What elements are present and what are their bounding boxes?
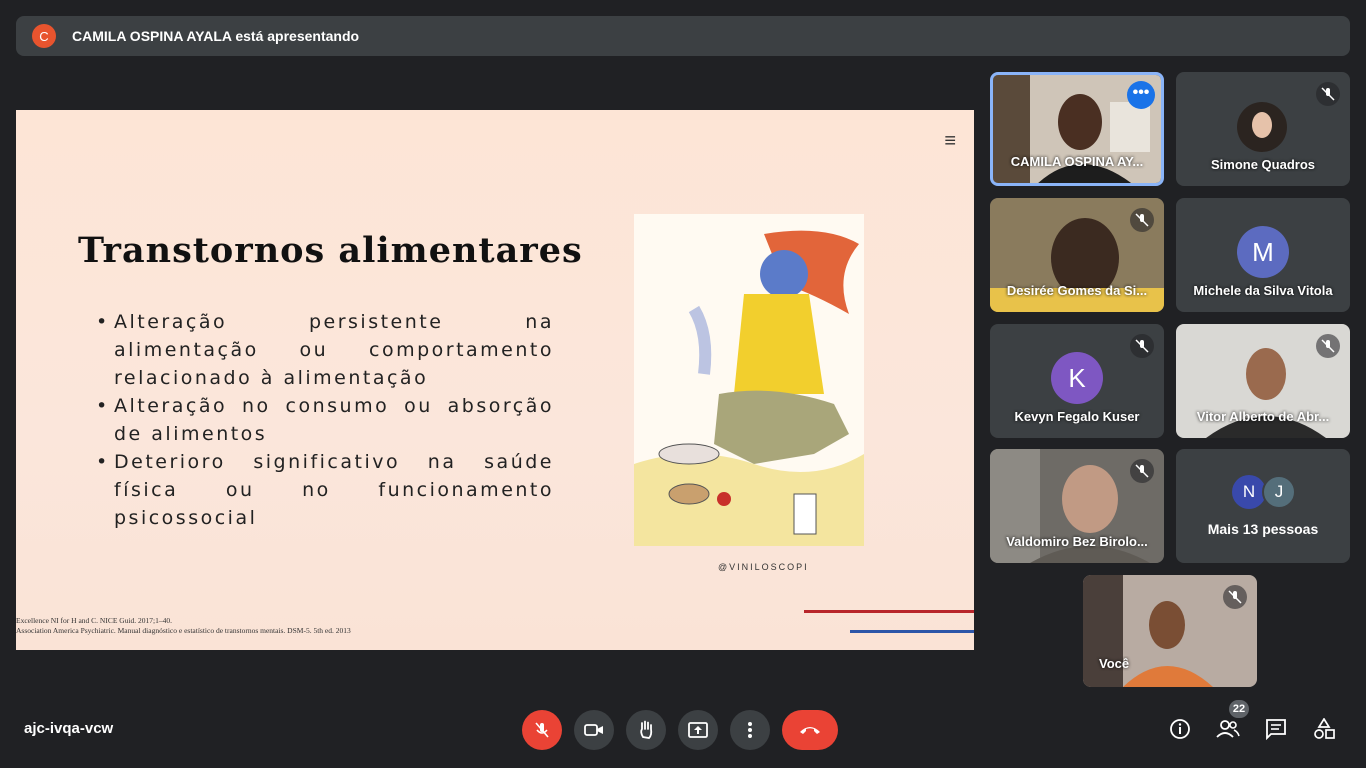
participant-name: Valdomiro Bez Birolo... [1006, 534, 1148, 549]
mic-off-icon [535, 722, 549, 738]
participant-name: CAMILA OSPINA AY... [1010, 154, 1144, 169]
reference-line: Excellence NI for H and C. NICE Guid. 20… [16, 616, 173, 625]
participant-tile[interactable]: Vitor Alberto de Abr... [1176, 324, 1350, 438]
participant-tile[interactable]: M Michele da Silva Vitola [1176, 198, 1350, 312]
illustration-credit: @VINILOSCOPI [718, 562, 809, 572]
raise-hand-button[interactable] [626, 710, 666, 750]
camera-icon [584, 724, 603, 736]
more-options-icon[interactable]: ••• [1127, 81, 1155, 109]
more-people-label: Mais 13 pessoas [1207, 521, 1319, 537]
participant-name: Vitor Alberto de Abr... [1196, 409, 1330, 424]
slide-bullet: Alteração persistente na alimentação ou … [96, 308, 554, 392]
avatar: K [1051, 352, 1103, 404]
slide-menu-icon[interactable]: ≡ [944, 130, 956, 153]
mic-off-icon [1130, 334, 1154, 358]
meeting-details-button[interactable] [1167, 716, 1193, 742]
participant-tile[interactable]: Simone Quadros [1176, 72, 1350, 186]
avatar: N [1232, 475, 1266, 509]
slide-bullet: Alteração no consumo ou absorção de alim… [96, 392, 554, 448]
participant-tile[interactable]: Desirée Gomes da Si... [990, 198, 1164, 312]
avatar: M [1237, 226, 1289, 278]
mic-off-icon [1130, 208, 1154, 232]
avatar: J [1262, 475, 1296, 509]
participant-name: Kevyn Fegalo Kuser [1014, 409, 1140, 424]
avatar [1237, 102, 1287, 152]
more-participants-tile[interactable]: N J Mais 13 pessoas [1176, 449, 1350, 563]
decorative-blue-line [850, 630, 974, 633]
decorative-red-line [804, 610, 974, 613]
participant-tile[interactable]: ••• CAMILA OSPINA AY... [990, 72, 1164, 186]
participant-name: Simone Quadros [1210, 157, 1316, 172]
camera-toggle-button[interactable] [574, 710, 614, 750]
mic-off-icon [1316, 82, 1340, 106]
presentation-slide: ≡ Transtornos alimentares Alteração pers… [16, 110, 974, 650]
hand-icon [640, 720, 653, 739]
people-button[interactable] [1215, 716, 1241, 742]
slide-bullet: Deterioro significativo na saúde física … [96, 448, 554, 532]
mic-off-icon [1223, 585, 1247, 609]
present-screen-button[interactable] [678, 710, 718, 750]
bottom-toolbar: ajc-ivqa-vcw 22 [0, 700, 1366, 768]
slide-illustration [634, 214, 864, 546]
mic-toggle-button[interactable] [522, 710, 562, 750]
participant-name: Desirée Gomes da Si... [1006, 283, 1148, 298]
mic-off-icon [1316, 334, 1340, 358]
meeting-code: ajc-ivqa-vcw [24, 720, 114, 737]
slide-references: Excellence NI for H and C. NICE Guid. 20… [16, 616, 351, 636]
participant-name: Michele da Silva Vitola [1193, 283, 1333, 298]
leave-call-button[interactable] [782, 710, 838, 750]
presenter-avatar: C [32, 24, 56, 48]
more-vert-icon [748, 722, 752, 738]
participant-tile[interactable]: Valdomiro Bez Birolo... [990, 449, 1164, 563]
presenting-banner: C CAMILA OSPINA AYALA está apresentando [16, 16, 1350, 56]
participant-name: Você [1099, 656, 1130, 671]
chat-button[interactable] [1263, 716, 1289, 742]
present-icon [688, 722, 708, 738]
activities-button[interactable] [1311, 716, 1337, 742]
activities-icon [1314, 718, 1335, 739]
more-options-button[interactable] [730, 710, 770, 750]
presenting-text: CAMILA OSPINA AYALA está apresentando [72, 28, 360, 44]
mic-off-icon [1130, 459, 1154, 483]
reference-line: Association America Psychiatric. Manual … [16, 626, 351, 635]
people-count-badge: 22 [1229, 700, 1249, 718]
chat-icon [1266, 719, 1286, 740]
slide-title: Transtornos alimentares [78, 230, 583, 271]
info-icon [1170, 719, 1190, 739]
people-icon [1216, 720, 1240, 738]
self-view-tile[interactable]: Você [1083, 575, 1257, 687]
participant-tile[interactable]: K Kevyn Fegalo Kuser [990, 324, 1164, 438]
hang-up-icon [800, 727, 820, 734]
slide-bullets: Alteração persistente na alimentação ou … [96, 308, 554, 532]
